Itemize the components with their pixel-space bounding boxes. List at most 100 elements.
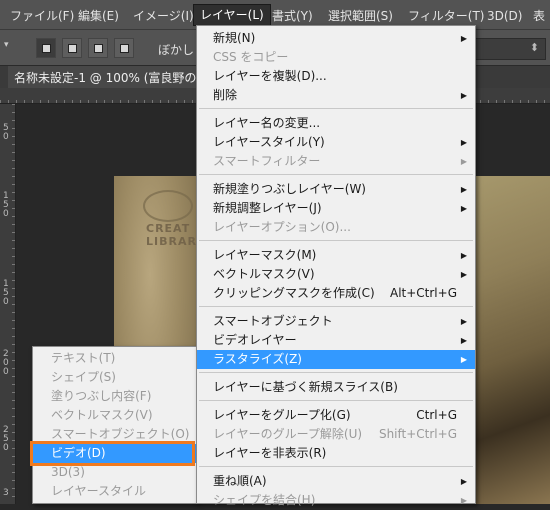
menu-item-label: レイヤーのグループ解除(U) <box>213 427 363 441</box>
menu-item-label: レイヤー名の変更... <box>213 116 321 130</box>
style-select[interactable]: ⬍ <box>468 38 546 60</box>
subtract-selection-button[interactable] <box>88 38 108 58</box>
menu-item-label: レイヤーオプション(O)... <box>213 220 351 234</box>
menu-view[interactable]: 表 <box>533 6 545 26</box>
submenu-arrow-icon: ▶ <box>460 317 467 326</box>
menu-item-label: スマートオブジェクト <box>213 314 333 328</box>
menu-item-ungroup-layers[interactable]: レイヤーのグループ解除(U) Shift+Ctrl+G <box>197 425 475 444</box>
menu-item-rename-layer[interactable]: レイヤー名の変更... <box>197 114 475 133</box>
ruler-number: 0 <box>3 367 9 377</box>
menu-layer[interactable]: レイヤー(L) <box>193 4 271 26</box>
watermark-text: CREAT <box>146 222 191 235</box>
menu-item-smart-filter[interactable]: スマートフィルター ▶ <box>197 152 475 171</box>
submenu-arrow-icon: ▶ <box>460 477 467 486</box>
menu-item-new[interactable]: 新規(N) ▶ <box>197 29 475 48</box>
menu-item-new-layer-based-slice[interactable]: レイヤーに基づく新規スライス(B) <box>197 378 475 397</box>
submenu-arrow-icon: ▶ <box>460 270 467 279</box>
intersect-selection-button[interactable] <box>114 38 134 58</box>
menu-item-new-adjustment-layer[interactable]: 新規調整レイヤー(J) ▶ <box>197 199 475 218</box>
chevron-down-icon[interactable]: ▾ <box>4 40 9 50</box>
submenu-arrow-icon: ▶ <box>460 355 467 364</box>
ruler-number: 0 <box>3 132 9 142</box>
ruler-number: 0 <box>3 443 9 453</box>
menu-separator <box>199 400 473 401</box>
submenu-arrow-icon: ▶ <box>460 34 467 43</box>
menu-item-arrange[interactable]: 重ね順(A) ▶ <box>197 472 475 491</box>
menu-item-label: 新規(N) <box>213 31 256 45</box>
submenu-arrow-icon: ▶ <box>460 496 467 505</box>
menu-item-duplicate-layer[interactable]: レイヤーを複製(D)... <box>197 67 475 86</box>
menu-item-combine-shapes[interactable]: シェイプを結合(H) ▶ <box>197 491 475 510</box>
menu-item-label: 削除 <box>213 88 238 102</box>
menu-item-label: 重ね順(A) <box>213 474 267 488</box>
layer-menu-dropdown: 新規(N) ▶ CSS をコピー レイヤーを複製(D)... 削除 ▶ レイヤー名の… <box>196 25 476 507</box>
menu-image[interactable]: イメージ(I) <box>133 6 194 26</box>
square-icon <box>94 44 103 53</box>
add-selection-button[interactable] <box>62 38 82 58</box>
ruler-number: 0 <box>3 209 9 219</box>
menu-item-label: スマートフィルター <box>213 154 321 168</box>
callout-highlight-box <box>30 441 195 466</box>
menu-item-shortcut: Ctrl+G <box>416 408 457 422</box>
square-icon <box>120 44 129 53</box>
submenu-item-layer-style[interactable]: レイヤースタイル <box>33 482 197 501</box>
menu-item-label: ビデオレイヤー <box>213 333 297 347</box>
menu-filter[interactable]: フィルター(T) <box>408 6 484 26</box>
menu-3d[interactable]: 3D(D) <box>487 6 522 26</box>
menu-item-label: ラスタライズ(Z) <box>213 352 302 366</box>
submenu-arrow-icon: ▶ <box>460 157 467 166</box>
submenu-item-text[interactable]: テキスト(T) <box>33 349 197 368</box>
ruler-number: 0 <box>3 297 9 307</box>
menu-item-label: レイヤーに基づく新規スライス(B) <box>213 380 398 394</box>
watermark-logo-icon <box>143 190 193 222</box>
menu-edit[interactable]: 編集(E) <box>78 6 119 26</box>
menu-item-layer-style[interactable]: レイヤースタイル(Y) ▶ <box>197 133 475 152</box>
vertical-ruler: 5 0 1 5 0 1 5 0 2 0 0 2 5 0 3 <box>0 104 16 504</box>
menu-item-label: レイヤーを複製(D)... <box>213 69 327 83</box>
menu-separator <box>199 372 473 373</box>
submenu-item-fill-content[interactable]: 塗りつぶし内容(F) <box>33 387 197 406</box>
square-icon <box>42 44 51 53</box>
menu-item-smart-object[interactable]: スマートオブジェクト ▶ <box>197 312 475 331</box>
menu-file[interactable]: ファイル(F) <box>10 6 74 26</box>
menu-item-hide-layers[interactable]: レイヤーを非表示(R) <box>197 444 475 463</box>
menu-item-create-clipping-mask[interactable]: クリッピングマスクを作成(C) Alt+Ctrl+G <box>197 284 475 303</box>
menu-item-label: 新規調整レイヤー(J) <box>213 201 322 215</box>
submenu-arrow-icon: ▶ <box>460 138 467 147</box>
menu-item-label: レイヤースタイル(Y) <box>213 135 325 149</box>
canvas-image-fox <box>470 176 550 504</box>
menu-type[interactable]: 書式(Y) <box>272 6 313 26</box>
menu-separator <box>199 240 473 241</box>
menu-item-label: CSS をコピー <box>213 50 289 64</box>
menu-separator <box>199 174 473 175</box>
menu-select[interactable]: 選択範囲(S) <box>328 6 393 26</box>
menu-item-vector-mask[interactable]: ベクトルマスク(V) ▶ <box>197 265 475 284</box>
rasterize-submenu: テキスト(T) シェイプ(S) 塗りつぶし内容(F) ベクトルマスク(V) スマ… <box>32 346 198 504</box>
menu-item-layer-mask[interactable]: レイヤーマスク(M) ▶ <box>197 246 475 265</box>
menu-item-rasterize[interactable]: ラスタライズ(Z) ▶ <box>197 350 475 369</box>
submenu-item-shape[interactable]: シェイプ(S) <box>33 368 197 387</box>
menu-separator <box>199 306 473 307</box>
new-selection-button[interactable] <box>36 38 56 58</box>
menu-item-group-layers[interactable]: レイヤーをグループ化(G) Ctrl+G <box>197 406 475 425</box>
menu-item-label: レイヤーを非表示(R) <box>213 446 327 460</box>
menu-item-shortcut: Alt+Ctrl+G <box>389 286 457 300</box>
menu-item-label: レイヤーマスク(M) <box>213 248 317 262</box>
document-title: 名称未設定-1 @ 100% (富良野の <box>14 71 197 85</box>
submenu-item-vector-mask[interactable]: ベクトルマスク(V) <box>33 406 197 425</box>
menu-item-delete[interactable]: 削除 ▶ <box>197 86 475 105</box>
submenu-arrow-icon: ▶ <box>460 185 467 194</box>
submenu-arrow-icon: ▶ <box>460 336 467 345</box>
document-tab[interactable]: 名称未設定-1 @ 100% (富良野の <box>8 66 198 88</box>
square-icon <box>68 44 77 53</box>
menu-item-new-fill-layer[interactable]: 新規塗りつぶしレイヤー(W) ▶ <box>197 180 475 199</box>
updown-arrow-icon: ⬍ <box>529 41 539 54</box>
menu-item-video-layer[interactable]: ビデオレイヤー ▶ <box>197 331 475 350</box>
menu-separator <box>199 466 473 467</box>
menu-item-copy-css[interactable]: CSS をコピー <box>197 48 475 67</box>
submenu-arrow-icon: ▶ <box>460 204 467 213</box>
ruler-number: 3 <box>3 488 9 498</box>
menu-item-layer-options[interactable]: レイヤーオプション(O)... <box>197 218 475 237</box>
menu-item-label: 新規塗りつぶしレイヤー(W) <box>213 182 366 196</box>
menu-separator <box>199 108 473 109</box>
